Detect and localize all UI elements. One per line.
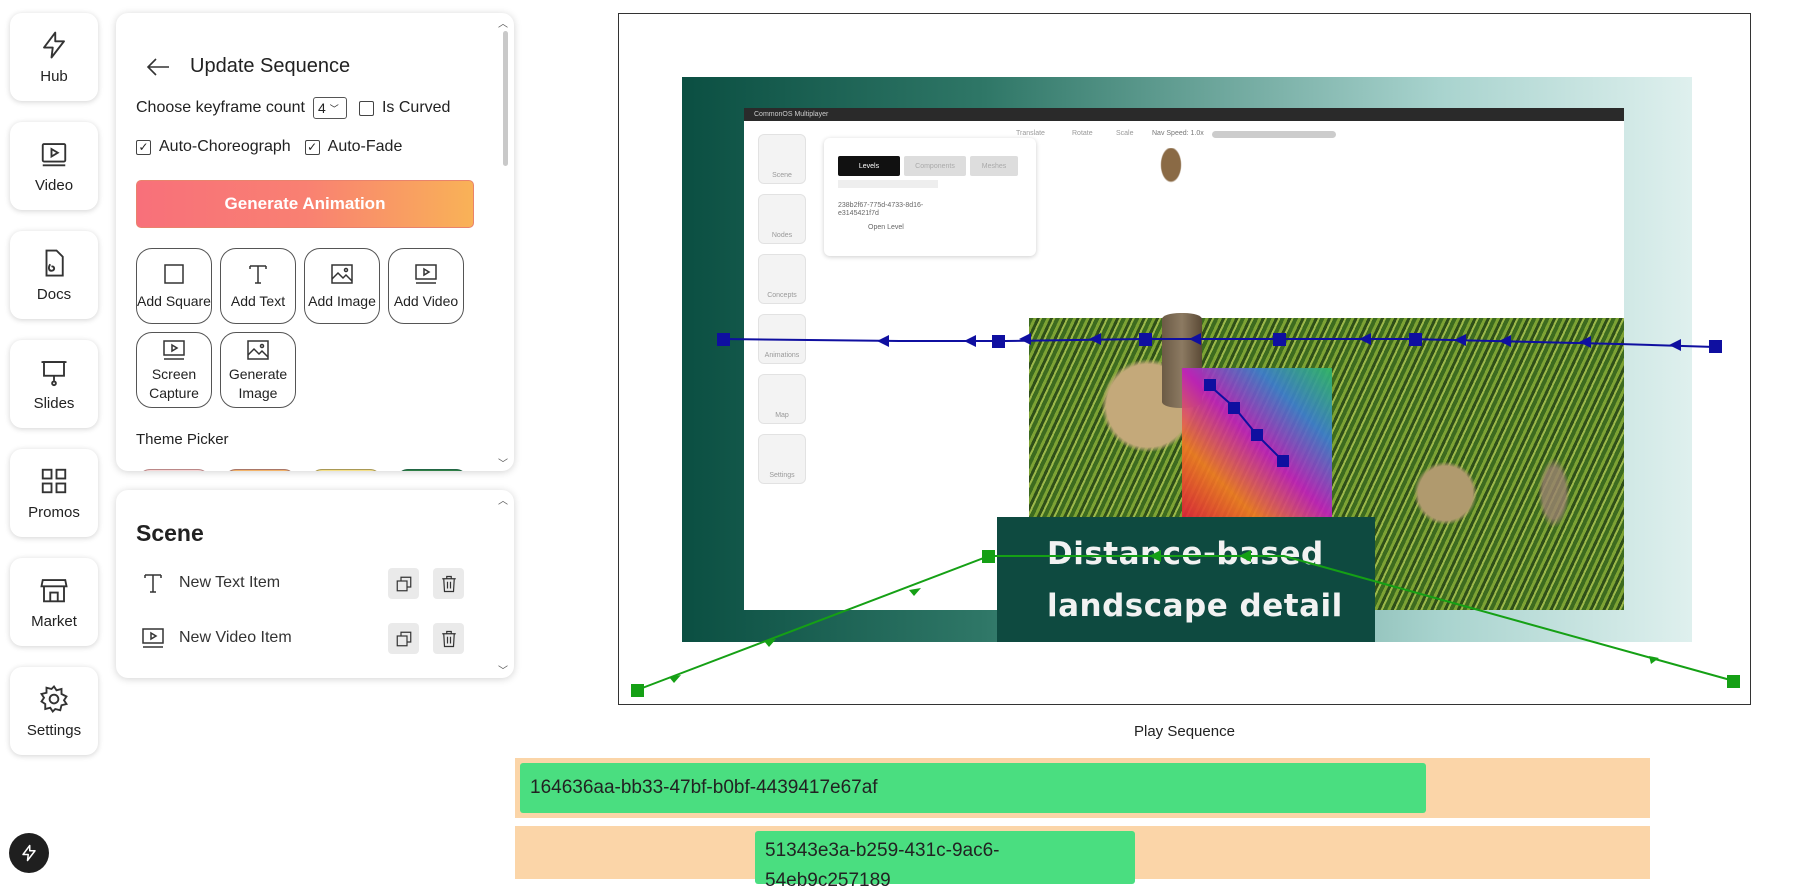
video-icon <box>41 142 67 166</box>
tool-label: Add Square <box>137 292 211 309</box>
screen-capture-button[interactable]: Screen Capture <box>136 332 212 408</box>
keyframe-handle[interactable] <box>1273 333 1286 346</box>
copy-icon <box>396 576 411 591</box>
auto-fade-checkbox[interactable]: ✓ <box>304 139 320 155</box>
tool-label: Screen Capture <box>149 366 199 401</box>
video-icon <box>142 628 164 648</box>
trash-icon <box>441 575 456 592</box>
theme-swatch[interactable] <box>138 469 210 471</box>
text-icon <box>249 265 267 284</box>
scroll-up-arrow[interactable]: ︿ <box>498 15 508 30</box>
scene-panel: ︿ ﹀ Scene New Text Item New Video Item <box>116 490 514 678</box>
keyframe-handle[interactable] <box>631 684 644 697</box>
keyframe-label: Choose keyframe count <box>136 99 305 116</box>
quick-action-button[interactable] <box>9 833 49 873</box>
theme-swatch[interactable] <box>310 469 382 471</box>
tool-label: Add Text <box>230 292 286 309</box>
scene-title: Scene <box>136 520 204 546</box>
theme-swatch[interactable] <box>224 469 296 471</box>
scene-item-text[interactable]: New Text Item <box>141 568 471 598</box>
tool-label: Add Image <box>308 292 376 309</box>
keyframe-handle[interactable] <box>992 335 1005 348</box>
animation-path-overlay <box>631 333 1740 697</box>
scene-item-label: New Text Item <box>179 574 281 591</box>
nav-label: Hub <box>40 67 68 85</box>
image-icon <box>247 340 269 361</box>
scroll-down-arrow[interactable]: ﹀ <box>498 455 508 470</box>
nav-video[interactable]: Video <box>10 122 98 210</box>
theme-swatch[interactable] <box>396 469 468 471</box>
lightning-icon <box>22 844 36 862</box>
scroll-up-arrow[interactable]: ︿ <box>498 492 508 507</box>
keyframe-handle[interactable] <box>1409 333 1422 346</box>
scene-item-video[interactable]: New Video Item <box>141 623 471 653</box>
text-icon <box>144 574 162 593</box>
keyframe-count-select[interactable]: 4 ﹀ <box>312 97 347 119</box>
preview-canvas[interactable]: CommonOS Multiplayer Scene Nodes Concept… <box>618 13 1751 705</box>
lightning-icon <box>43 31 65 58</box>
nav-promos[interactable]: Promos <box>10 449 98 537</box>
scrollbar-thumb[interactable] <box>503 31 508 166</box>
keyframe-handle[interactable] <box>1139 333 1152 346</box>
timeline-clip[interactable]: 164636aa-bb33-47bf-b0bf-4439417e67af <box>520 763 1426 813</box>
docs-icon <box>45 249 64 276</box>
add-image-button[interactable]: Add Image <box>304 248 380 324</box>
keyframe-handle[interactable] <box>717 333 730 346</box>
update-sequence-panel: ︿ ﹀ Update Sequence Choose keyframe coun… <box>116 13 514 471</box>
video-icon <box>415 264 437 284</box>
nav-label: Market <box>31 612 77 630</box>
play-sequence-button[interactable]: Play Sequence <box>1134 723 1235 740</box>
delete-button[interactable] <box>433 623 464 654</box>
is-curved-checkbox[interactable] <box>358 100 374 116</box>
auto-fade-label: Auto-Fade <box>327 138 403 155</box>
nav-label: Promos <box>28 503 80 521</box>
nav-hub[interactable]: Hub <box>10 13 98 101</box>
theme-picker-label: Theme Picker <box>136 431 229 448</box>
tool-label: Generate Image <box>228 366 288 401</box>
auto-choreograph-label: Auto-Choreograph <box>159 138 291 155</box>
add-square-button[interactable]: Add Square <box>136 248 212 324</box>
generate-animation-button[interactable]: Generate Animation <box>136 180 474 228</box>
timeline-clip-id-line-1: 51343e3a-b259-431c-9ac6- <box>765 840 1000 861</box>
duplicate-button[interactable] <box>388 568 419 599</box>
nav-slides[interactable]: Slides <box>10 340 98 428</box>
delete-button[interactable] <box>433 568 464 599</box>
back-arrow-icon[interactable] <box>146 57 170 77</box>
auto-choreograph-checkbox[interactable]: ✓ <box>136 139 151 155</box>
nav-settings[interactable]: Settings <box>10 667 98 755</box>
nav-label: Video <box>34 176 74 194</box>
timeline-clip-id-line-2: 54eb9c257189 <box>765 870 891 891</box>
grid-icon <box>41 468 67 493</box>
slides-icon <box>41 360 67 386</box>
gear-icon <box>39 684 69 713</box>
add-text-button[interactable]: Add Text <box>220 248 296 324</box>
scene-item-label: New Video Item <box>179 629 292 646</box>
screen-capture-icon <box>163 340 185 361</box>
timeline-clip[interactable]: 51343e3a-b259-431c-9ac6- 54eb9c257189 <box>755 831 1135 891</box>
image-icon <box>331 264 353 284</box>
nav-docs[interactable]: Docs <box>10 231 98 319</box>
generate-image-button[interactable]: Generate Image <box>220 332 296 408</box>
keyframe-handle[interactable] <box>982 550 995 563</box>
chevron-down-icon: ﹀ <box>329 103 339 114</box>
market-icon <box>40 578 68 602</box>
page-title: Update Sequence <box>190 55 351 77</box>
duplicate-button[interactable] <box>388 623 419 654</box>
is-curved-label: Is Curved <box>381 99 451 116</box>
nav-label: Settings <box>26 721 82 739</box>
square-icon <box>164 264 184 284</box>
timeline-track: 51343e3a-b259-431c-9ac6- 54eb9c257189 <box>515 826 1650 891</box>
scroll-down-arrow[interactable]: ﹀ <box>498 662 508 677</box>
copy-icon <box>396 631 411 646</box>
keyframe-handle[interactable] <box>1727 675 1740 688</box>
keyframe-count-value: 4 <box>317 100 326 116</box>
keyframe-handle[interactable] <box>1709 340 1722 353</box>
add-video-button[interactable]: Add Video <box>388 248 464 324</box>
timeline-track: 164636aa-bb33-47bf-b0bf-4439417e67af <box>515 758 1650 818</box>
nav-market[interactable]: Market <box>10 558 98 646</box>
nav-label: Slides <box>33 394 75 412</box>
tool-label: Add Video <box>393 292 459 309</box>
trash-icon <box>441 630 456 647</box>
nav-label: Docs <box>36 285 72 303</box>
